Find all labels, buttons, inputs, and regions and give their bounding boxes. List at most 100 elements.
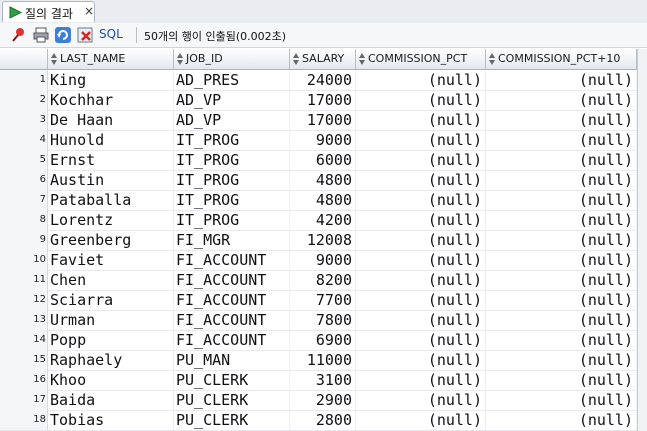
cell-last-name[interactable]: Raphaely xyxy=(48,350,174,370)
cell-salary[interactable]: 2800 xyxy=(290,410,356,430)
cell-salary[interactable]: 12008 xyxy=(290,230,356,250)
cell-job-id[interactable]: FI_MGR xyxy=(174,230,290,250)
table-row[interactable]: 10 Faviet FI_ACCOUNT 9000 (null) (null) xyxy=(0,250,637,271)
column-header-job-id[interactable]: JOB_ID xyxy=(174,49,290,69)
cell-last-name[interactable]: Greenberg xyxy=(48,230,174,250)
table-row[interactable]: 7 Pataballa IT_PROG 4800 (null) (null) xyxy=(0,190,637,211)
cell-salary[interactable]: 6900 xyxy=(290,330,356,350)
cell-commission-pct[interactable]: (null) xyxy=(356,350,486,370)
cell-commission-pct[interactable]: (null) xyxy=(356,410,486,430)
cell-commission-pct[interactable]: (null) xyxy=(356,290,486,310)
cell-commission-pct-plus-10[interactable]: (null) xyxy=(486,310,637,330)
cell-salary[interactable]: 11000 xyxy=(290,350,356,370)
table-row[interactable]: 17 Baida PU_CLERK 2900 (null) (null) xyxy=(0,390,637,411)
cell-commission-pct-plus-10[interactable]: (null) xyxy=(486,150,637,170)
cell-last-name[interactable]: Pataballa xyxy=(48,190,174,210)
cell-commission-pct[interactable]: (null) xyxy=(356,130,486,150)
cell-job-id[interactable]: AD_VP xyxy=(174,110,290,130)
table-row[interactable]: 12 Sciarra FI_ACCOUNT 7700 (null) (null) xyxy=(0,290,637,311)
cell-commission-pct[interactable]: (null) xyxy=(356,70,486,90)
cell-salary[interactable]: 8200 xyxy=(290,270,356,290)
table-row[interactable]: 6 Austin IT_PROG 4800 (null) (null) xyxy=(0,170,637,191)
cell-last-name[interactable]: Faviet xyxy=(48,250,174,270)
cell-job-id[interactable]: IT_PROG xyxy=(174,210,290,230)
cell-commission-pct[interactable]: (null) xyxy=(356,110,486,130)
cell-last-name[interactable]: Hunold xyxy=(48,130,174,150)
table-row[interactable]: 11 Chen FI_ACCOUNT 8200 (null) (null) xyxy=(0,270,637,291)
cell-commission-pct-plus-10[interactable]: (null) xyxy=(486,350,637,370)
cell-job-id[interactable]: AD_PRES xyxy=(174,70,290,90)
cell-salary[interactable]: 17000 xyxy=(290,110,356,130)
column-header-commission-pct[interactable]: COMMISSION_PCT xyxy=(356,49,486,69)
column-header-last-name[interactable]: LAST_NAME xyxy=(48,49,174,69)
cell-job-id[interactable]: IT_PROG xyxy=(174,130,290,150)
cell-salary[interactable]: 6000 xyxy=(290,150,356,170)
cell-last-name[interactable]: Urman xyxy=(48,310,174,330)
cell-commission-pct-plus-10[interactable]: (null) xyxy=(486,90,637,110)
cell-job-id[interactable]: PU_CLERK xyxy=(174,390,290,410)
cell-commission-pct[interactable]: (null) xyxy=(356,330,486,350)
column-header-salary[interactable]: SALARY xyxy=(290,49,356,69)
cell-commission-pct-plus-10[interactable]: (null) xyxy=(486,390,637,410)
cell-job-id[interactable]: FI_ACCOUNT xyxy=(174,290,290,310)
table-row[interactable]: 9 Greenberg FI_MGR 12008 (null) (null) xyxy=(0,230,637,251)
table-row[interactable]: 4 Hunold IT_PROG 9000 (null) (null) xyxy=(0,130,637,151)
cell-job-id[interactable]: PU_MAN xyxy=(174,350,290,370)
cell-commission-pct-plus-10[interactable]: (null) xyxy=(486,70,637,90)
cell-salary[interactable]: 3100 xyxy=(290,370,356,390)
cell-last-name[interactable]: Tobias xyxy=(48,410,174,430)
cell-salary[interactable]: 9000 xyxy=(290,130,356,150)
cell-commission-pct-plus-10[interactable]: (null) xyxy=(486,370,637,390)
cell-job-id[interactable]: IT_PROG xyxy=(174,190,290,210)
cell-commission-pct-plus-10[interactable]: (null) xyxy=(486,410,637,430)
cell-commission-pct-plus-10[interactable]: (null) xyxy=(486,330,637,350)
table-row[interactable]: 13 Urman FI_ACCOUNT 7800 (null) (null) xyxy=(0,310,637,331)
cell-last-name[interactable]: Sciarra xyxy=(48,290,174,310)
cell-job-id[interactable]: FI_ACCOUNT xyxy=(174,310,290,330)
cell-last-name[interactable]: King xyxy=(48,70,174,90)
cell-job-id[interactable]: IT_PROG xyxy=(174,150,290,170)
cell-commission-pct[interactable]: (null) xyxy=(356,190,486,210)
cell-commission-pct-plus-10[interactable]: (null) xyxy=(486,130,637,150)
cell-job-id[interactable]: FI_ACCOUNT xyxy=(174,270,290,290)
cell-commission-pct-plus-10[interactable]: (null) xyxy=(486,270,637,290)
cell-salary[interactable]: 4200 xyxy=(290,210,356,230)
cell-last-name[interactable]: Khoo xyxy=(48,370,174,390)
cell-commission-pct[interactable]: (null) xyxy=(356,370,486,390)
cell-commission-pct[interactable]: (null) xyxy=(356,310,486,330)
table-row[interactable]: 8 Lorentz IT_PROG 4200 (null) (null) xyxy=(0,210,637,231)
cell-commission-pct[interactable]: (null) xyxy=(356,170,486,190)
cell-last-name[interactable]: Chen xyxy=(48,270,174,290)
cell-last-name[interactable]: Austin xyxy=(48,170,174,190)
cell-last-name[interactable]: Kochhar xyxy=(48,90,174,110)
cell-commission-pct-plus-10[interactable]: (null) xyxy=(486,110,637,130)
column-header-commission-pct-plus-10[interactable]: COMMISSION_PCT+10 xyxy=(486,49,637,69)
cell-last-name[interactable]: Lorentz xyxy=(48,210,174,230)
cell-job-id[interactable]: IT_PROG xyxy=(174,170,290,190)
cell-salary[interactable]: 2900 xyxy=(290,390,356,410)
table-row[interactable]: 2 Kochhar AD_VP 17000 (null) (null) xyxy=(0,90,637,111)
table-row[interactable]: 18 Tobias PU_CLERK 2800 (null) (null) xyxy=(0,410,637,431)
cell-salary[interactable]: 7800 xyxy=(290,310,356,330)
cell-salary[interactable]: 17000 xyxy=(290,90,356,110)
cell-commission-pct[interactable]: (null) xyxy=(356,250,486,270)
cell-commission-pct[interactable]: (null) xyxy=(356,210,486,230)
cell-commission-pct[interactable]: (null) xyxy=(356,270,486,290)
table-row[interactable]: 5 Ernst IT_PROG 6000 (null) (null) xyxy=(0,150,637,171)
cell-last-name[interactable]: Baida xyxy=(48,390,174,410)
cell-commission-pct-plus-10[interactable]: (null) xyxy=(486,250,637,270)
cell-salary[interactable]: 9000 xyxy=(290,250,356,270)
table-row[interactable]: 14 Popp FI_ACCOUNT 6900 (null) (null) xyxy=(0,330,637,351)
cell-last-name[interactable]: Ernst xyxy=(48,150,174,170)
tab-query-result[interactable]: 질의 결과 × xyxy=(2,1,95,22)
cell-job-id[interactable]: PU_CLERK xyxy=(174,370,290,390)
cell-last-name[interactable]: De Haan xyxy=(48,110,174,130)
print-icon[interactable] xyxy=(32,26,50,44)
close-tab-icon[interactable]: × xyxy=(84,4,94,18)
cell-salary[interactable]: 7700 xyxy=(290,290,356,310)
cell-salary[interactable]: 4800 xyxy=(290,170,356,190)
cell-job-id[interactable]: AD_VP xyxy=(174,90,290,110)
cell-commission-pct[interactable]: (null) xyxy=(356,150,486,170)
cell-job-id[interactable]: FI_ACCOUNT xyxy=(174,250,290,270)
cell-commission-pct-plus-10[interactable]: (null) xyxy=(486,210,637,230)
